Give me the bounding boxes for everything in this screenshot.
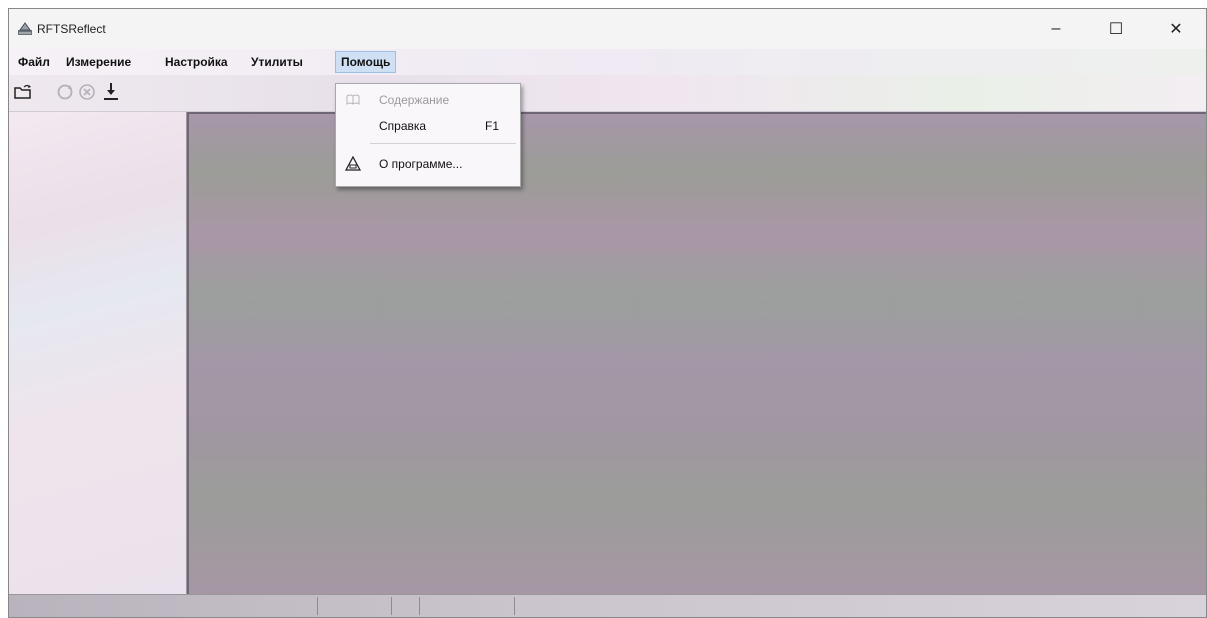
- close-icon: ✕: [1169, 21, 1183, 38]
- status-separator: [419, 597, 420, 615]
- about-icon: [344, 155, 362, 172]
- menu-utilities[interactable]: Утилиты: [246, 51, 308, 73]
- status-separator: [317, 597, 318, 615]
- menu-separator: [370, 143, 516, 144]
- window-title: RFTSReflect: [37, 22, 106, 36]
- open-folder-icon: [14, 84, 32, 103]
- status-separator: [391, 597, 392, 615]
- stop-icon: [78, 83, 96, 104]
- close-button[interactable]: ✕: [1146, 9, 1206, 49]
- minimize-icon: –: [1051, 20, 1061, 37]
- maximize-button[interactable]: ☐: [1086, 9, 1146, 49]
- menu-item-label: О программе...: [379, 157, 463, 171]
- menu-help[interactable]: Помощь: [335, 51, 397, 73]
- menu-item-help[interactable]: Справка F1: [337, 114, 519, 138]
- app-window: RFTSReflect – ☐ ✕ Файл Измерение Настрой…: [8, 8, 1207, 618]
- app-icon: [17, 21, 33, 37]
- menu-item-label: Справка: [379, 119, 427, 133]
- menu-file[interactable]: Файл: [13, 51, 55, 73]
- status-separator: [514, 597, 515, 615]
- stop-button[interactable]: [77, 83, 97, 103]
- refresh-button[interactable]: [55, 83, 75, 103]
- open-button[interactable]: [13, 83, 33, 103]
- book-icon: [345, 92, 361, 108]
- minimize-button[interactable]: –: [1026, 9, 1086, 49]
- refresh-icon: [56, 83, 74, 104]
- toolbar: [9, 75, 1206, 112]
- menu-item-shortcut: F1: [484, 119, 499, 133]
- menu-settings[interactable]: Настройка: [160, 51, 233, 73]
- download-button[interactable]: [101, 82, 121, 105]
- menu-item-contents[interactable]: Содержание: [337, 88, 519, 112]
- left-panel: [9, 112, 187, 595]
- download-icon: [102, 82, 120, 105]
- help-dropdown-menu: Содержание Справка F1 О программе...: [335, 83, 521, 187]
- title-bar[interactable]: RFTSReflect – ☐ ✕: [9, 9, 1206, 49]
- maximize-icon: ☐: [1108, 21, 1124, 38]
- menu-measurement[interactable]: Измерение: [61, 51, 136, 73]
- menu-item-label: Содержание: [379, 93, 450, 107]
- menu-item-about[interactable]: О программе...: [337, 152, 519, 176]
- menu-bar: Файл Измерение Настройка Утилиты Помощь: [9, 49, 1206, 75]
- status-bar: [9, 594, 1206, 617]
